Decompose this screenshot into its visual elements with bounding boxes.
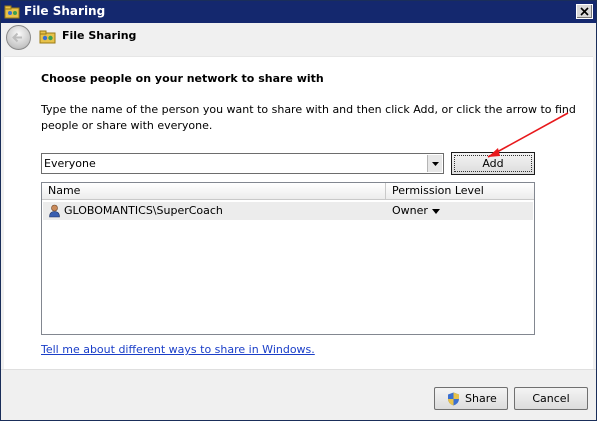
file-sharing-window: File Sharing File Sharing Choose people … bbox=[0, 0, 597, 421]
navigation-bar: File Sharing bbox=[1, 23, 596, 51]
title-bar: File Sharing bbox=[1, 1, 596, 23]
permission-dropdown-arrow-icon[interactable] bbox=[432, 209, 440, 214]
share-button-label: Share bbox=[465, 392, 497, 405]
column-header-name[interactable]: Name bbox=[42, 183, 386, 200]
list-row[interactable]: GLOBOMANTICS\SuperCoach Owner bbox=[43, 202, 533, 220]
user-name: GLOBOMANTICS\SuperCoach bbox=[64, 204, 223, 217]
share-with-combobox[interactable] bbox=[41, 153, 444, 174]
chevron-down-icon bbox=[432, 162, 439, 166]
content-panel: Choose people on your network to share w… bbox=[4, 56, 593, 369]
window-title: File Sharing bbox=[24, 4, 106, 18]
page-title: File Sharing bbox=[62, 29, 137, 42]
combobox-dropdown-button[interactable] bbox=[427, 155, 442, 172]
shield-icon bbox=[448, 392, 459, 406]
instructions-text: Type the name of the person you want to … bbox=[41, 103, 576, 132]
cancel-button[interactable]: Cancel bbox=[514, 387, 588, 410]
back-button[interactable] bbox=[6, 25, 31, 50]
footer: Share Cancel bbox=[1, 369, 596, 420]
help-link[interactable]: Tell me about different ways to share in… bbox=[41, 343, 315, 356]
permission-level-value[interactable]: Owner bbox=[392, 204, 428, 217]
close-button[interactable] bbox=[576, 4, 593, 19]
section-heading: Choose people on your network to share w… bbox=[41, 72, 324, 85]
share-button[interactable]: Share bbox=[434, 387, 508, 410]
sharing-list: Name Permission Level GLOBOMANTICS\Super… bbox=[41, 182, 535, 335]
column-header-permission-level[interactable]: Permission Level bbox=[387, 183, 534, 200]
file-sharing-icon bbox=[39, 30, 56, 44]
back-arrow-icon bbox=[12, 32, 22, 43]
list-header: Name Permission Level bbox=[42, 183, 534, 200]
close-icon bbox=[580, 7, 589, 16]
file-sharing-app-icon bbox=[4, 5, 20, 19]
share-with-input[interactable] bbox=[44, 155, 424, 172]
user-icon bbox=[49, 204, 60, 218]
add-button[interactable]: Add bbox=[451, 152, 535, 175]
